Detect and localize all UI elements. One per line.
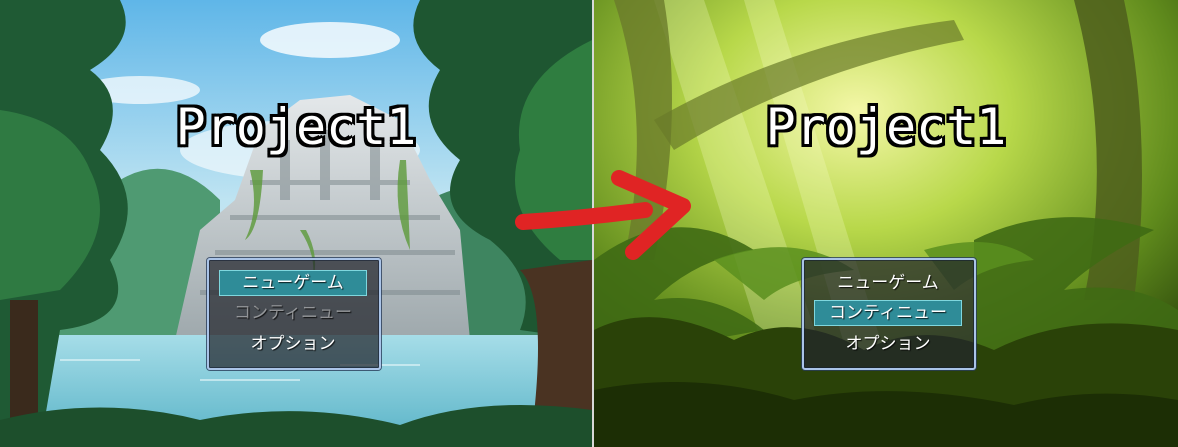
game-title: Project1 [175,98,417,156]
title-command-window: ニューゲーム コンティニュー オプション [802,258,976,370]
title-command-window: ニューゲーム コンティニュー オプション [207,258,381,370]
right-arrow-icon [515,170,691,260]
continue-option[interactable]: コンティニュー [219,300,367,326]
options-option[interactable]: オプション [219,331,367,357]
new-game-option[interactable]: ニューゲーム [219,270,367,296]
temple-background-image [0,0,592,447]
options-option[interactable]: オプション [814,331,962,357]
continue-option[interactable]: コンティニュー [814,300,962,326]
before-title-screen: Project1 ニューゲーム コンティニュー オプション [0,0,592,447]
new-game-option[interactable]: ニューゲーム [814,270,962,296]
game-title: Project1 [765,98,1007,156]
